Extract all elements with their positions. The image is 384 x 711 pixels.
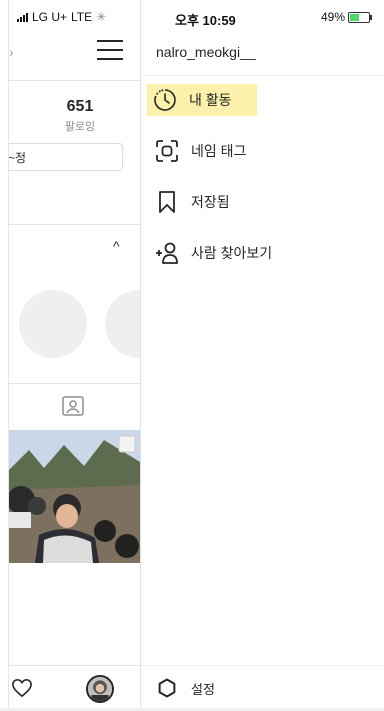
- post-thumbnail[interactable]: [9, 430, 140, 563]
- tab-bar-divider: [9, 665, 140, 666]
- following-label: 팔로잉: [64, 121, 96, 133]
- suggested-profile-placeholder[interactable]: [105, 290, 140, 358]
- menu-item-label: 네임 태그: [191, 143, 247, 159]
- loading-spinner-icon: ✳: [96, 10, 107, 24]
- header-divider: [9, 80, 140, 81]
- add-person-icon: [155, 241, 179, 265]
- screen-edge: [0, 0, 9, 711]
- status-battery: 49%: [321, 10, 373, 24]
- menu-item-saved[interactable]: 저장됨: [149, 186, 230, 218]
- network-type: LTE: [71, 10, 93, 24]
- suggested-profile-placeholder[interactable]: [19, 290, 87, 358]
- drawer-footer-divider: [141, 665, 384, 666]
- status-time: 오후 10:59: [175, 13, 236, 28]
- edit-profile-button[interactable]: ~정: [9, 143, 123, 171]
- bookmark-icon: [155, 190, 179, 214]
- section-divider: [9, 224, 140, 225]
- menu-item-label: 내 활동: [189, 92, 232, 108]
- profile-page-background: LG U+ LTE ✳ › 651 팔로잉 ~정 ^: [9, 0, 141, 711]
- menu-item-nametag[interactable]: 네임 태그: [149, 135, 246, 167]
- tagged-photos-icon[interactable]: [61, 394, 85, 418]
- drawer-header-divider: [141, 75, 384, 76]
- status-bar-left: LG U+ LTE ✳: [17, 10, 106, 24]
- settings-button[interactable]: 설정: [155, 676, 215, 700]
- nametag-icon: [155, 139, 179, 163]
- activity-icon: [153, 88, 177, 112]
- menu-item-label: 사람 찾아보기: [191, 245, 273, 261]
- following-count[interactable]: 651: [49, 98, 111, 116]
- menu-icon[interactable]: [97, 40, 123, 60]
- settings-gear-icon: [158, 678, 176, 698]
- chevron-down-icon[interactable]: ›: [9, 44, 14, 60]
- profile-avatar-tab[interactable]: [86, 675, 114, 703]
- menu-item-discover-people[interactable]: 사람 찾아보기: [149, 237, 272, 269]
- collapse-caret-icon[interactable]: ^: [113, 238, 120, 254]
- settings-label: 설정: [191, 681, 215, 697]
- carrier-name: LG U+: [32, 10, 68, 24]
- tab-divider: [9, 383, 140, 384]
- menu-item-your-activity[interactable]: 내 활동: [147, 84, 257, 116]
- drawer-username: nalro_meokgi__: [156, 44, 256, 60]
- heart-icon[interactable]: [11, 678, 33, 698]
- signal-strength-icon: [17, 12, 28, 22]
- battery-percent: 49%: [321, 10, 346, 24]
- menu-item-label: 저장됨: [191, 194, 230, 210]
- side-drawer: 오후 10:59 49% nalro_meokgi__ 내 활동 네임 태그 저…: [141, 0, 384, 711]
- battery-icon: [348, 11, 373, 23]
